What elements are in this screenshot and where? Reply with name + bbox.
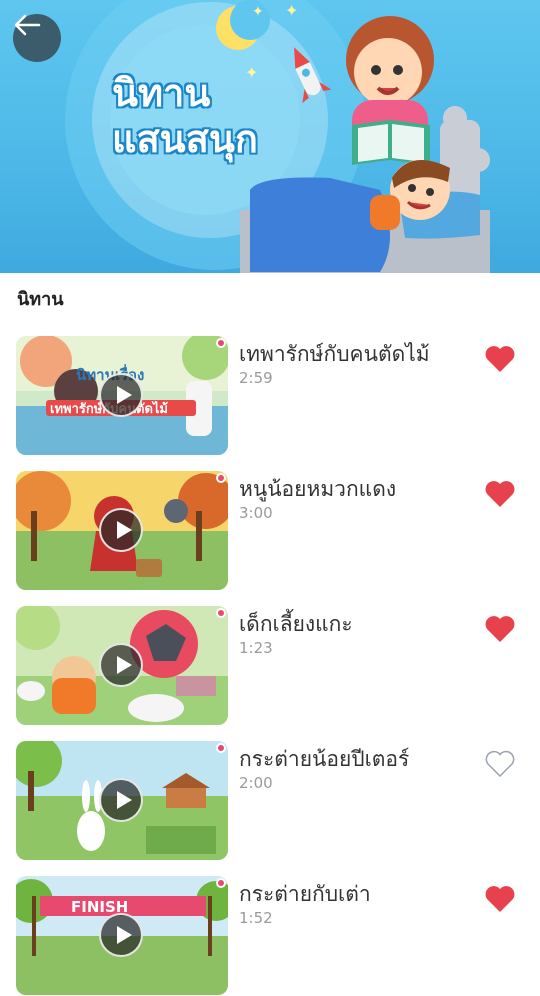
story-thumbnail[interactable] bbox=[16, 606, 228, 725]
story-thumbnail[interactable] bbox=[16, 741, 228, 860]
banner-title-line1: นิทาน bbox=[112, 71, 211, 115]
svg-text:✦: ✦ bbox=[252, 4, 264, 20]
play-icon[interactable] bbox=[99, 913, 143, 957]
story-item[interactable]: หนูน้อยหมวกแดง 3:00 bbox=[0, 471, 540, 591]
story-thumbnail[interactable]: นิทานเรื่อง เทพารักษ์กับคนตัดไม้ bbox=[16, 336, 228, 455]
story-thumbnail[interactable] bbox=[16, 471, 228, 590]
channel-badge-icon bbox=[216, 608, 226, 618]
channel-badge-icon bbox=[216, 878, 226, 888]
story-title: กระต่ายกับเต่า bbox=[239, 882, 371, 906]
heart-filled-icon[interactable] bbox=[484, 614, 516, 644]
story-duration: 3:00 bbox=[239, 504, 273, 522]
story-duration: 2:59 bbox=[239, 369, 273, 387]
channel-badge-icon bbox=[216, 743, 226, 753]
section-heading: นิทาน bbox=[17, 289, 64, 310]
channel-badge-icon bbox=[216, 473, 226, 483]
play-icon[interactable] bbox=[99, 373, 143, 417]
story-title: กระต่ายน้อยปีเตอร์ bbox=[239, 747, 410, 771]
heart-outline-icon[interactable] bbox=[484, 749, 516, 779]
story-thumbnail[interactable]: FINISH bbox=[16, 876, 228, 995]
story-item[interactable]: กระต่ายน้อยปีเตอร์ 2:00 bbox=[0, 741, 540, 861]
banner-title: นิทาน แสนสนุก bbox=[112, 70, 292, 162]
play-icon[interactable] bbox=[99, 643, 143, 687]
story-duration: 1:23 bbox=[239, 639, 273, 657]
heart-filled-icon[interactable] bbox=[484, 344, 516, 374]
story-title: เด็กเลี้ยงแกะ bbox=[239, 612, 353, 636]
story-item[interactable]: เด็กเลี้ยงแกะ 1:23 bbox=[0, 606, 540, 726]
channel-badge-icon bbox=[216, 338, 226, 348]
back-button[interactable] bbox=[13, 14, 61, 62]
story-duration: 2:00 bbox=[239, 774, 273, 792]
story-title: หนูน้อยหมวกแดง bbox=[239, 477, 397, 501]
play-icon[interactable] bbox=[99, 508, 143, 552]
story-item[interactable]: นิทานเรื่อง เทพารักษ์กับคนตัดไม้ เทพารัก… bbox=[0, 336, 540, 456]
story-title: เทพารักษ์กับคนตัดไม้ bbox=[239, 342, 430, 366]
play-icon[interactable] bbox=[99, 778, 143, 822]
story-duration: 1:52 bbox=[239, 909, 273, 927]
banner-title-line2: แสนสนุก bbox=[112, 117, 258, 161]
story-item[interactable]: FINISH กระต่ายกับเต่า 1:52 bbox=[0, 876, 540, 996]
heart-filled-icon[interactable] bbox=[484, 884, 516, 914]
svg-text:✦: ✦ bbox=[285, 1, 298, 20]
arrow-left-icon bbox=[14, 14, 41, 36]
heart-filled-icon[interactable] bbox=[484, 479, 516, 509]
header-banner: ✦ ✦ ✦ นิทาน แสนสนุก bbox=[0, 0, 540, 273]
